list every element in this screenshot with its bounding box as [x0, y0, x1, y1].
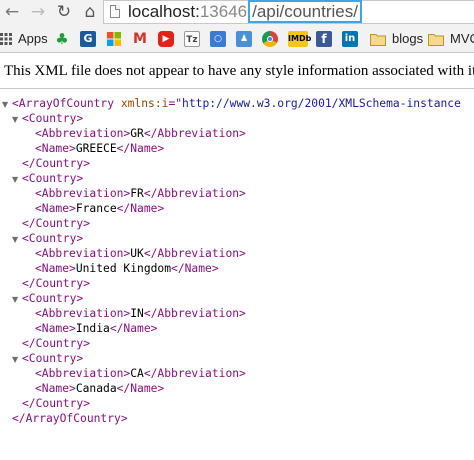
- shamrock-icon[interactable]: ♣: [54, 31, 70, 47]
- linkedin-icon[interactable]: in: [342, 31, 358, 47]
- address-bar[interactable]: localhost:13646/api/countries/: [103, 0, 474, 24]
- country-name-value: Canada: [75, 382, 117, 395]
- collapse-triangle-icon[interactable]: ▼: [12, 352, 22, 367]
- collapse-triangle-icon[interactable]: ▼: [12, 172, 22, 187]
- url-path-highlighted: /api/countries/: [248, 0, 362, 23]
- country-open-line: ▼ <Country>: [12, 352, 84, 367]
- zones-icon[interactable]: ○: [210, 31, 226, 47]
- xml-info-message: This XML file does not appear to have an…: [4, 63, 474, 79]
- reload-icon[interactable]: ↻: [54, 2, 74, 22]
- browser-toolbar: ← → ↻ ⌂ localhost:13646/api/countries/: [0, 0, 474, 26]
- country-close-line: </Country>: [22, 397, 91, 410]
- xml-root-close: </ArrayOfCountry>: [12, 412, 128, 425]
- forward-icon[interactable]: →: [28, 2, 48, 22]
- name-line: <Name>France</Name>: [35, 202, 165, 215]
- apps-grid-icon[interactable]: [0, 32, 12, 45]
- abbreviation-value: GR: [130, 127, 144, 140]
- people-icon[interactable]: ♟: [236, 31, 252, 47]
- page-icon: [110, 5, 120, 18]
- url-host: localhost:: [128, 2, 200, 21]
- bookmarks-bar: Apps ♣ G M ▶ Tz ○ ♟ IMDb f in blogs MVC: [0, 26, 474, 53]
- back-icon[interactable]: ←: [2, 2, 22, 22]
- youtube-icon[interactable]: ▶: [158, 31, 174, 47]
- g-icon[interactable]: G: [80, 31, 96, 47]
- abbreviation-value: UK: [130, 247, 144, 260]
- chrome-icon[interactable]: [262, 31, 278, 47]
- country-open-line: ▼ <Country>: [12, 232, 84, 247]
- collapse-triangle-icon[interactable]: ▼: [12, 292, 22, 307]
- folder-icon: [428, 33, 444, 51]
- country-name-value: United Kingdom: [75, 262, 172, 275]
- collapse-triangle-icon[interactable]: ▼: [12, 232, 22, 247]
- collapse-triangle-icon[interactable]: ▼: [2, 97, 12, 112]
- facebook-icon[interactable]: f: [316, 31, 332, 47]
- abbreviation-line: <Abbreviation>GR</Abbreviation>: [35, 127, 246, 140]
- country-close-line: </Country>: [22, 217, 91, 230]
- abbreviation-line: <Abbreviation>IN</Abbreviation>: [35, 307, 246, 320]
- abbreviation-value: IN: [130, 307, 144, 320]
- home-icon[interactable]: ⌂: [80, 2, 100, 22]
- divider: [0, 88, 474, 89]
- bookmark-mvc[interactable]: MVC: [450, 30, 474, 48]
- bookmark-apps[interactable]: Apps: [18, 30, 48, 48]
- abbreviation-line: <Abbreviation>UK</Abbreviation>: [35, 247, 246, 260]
- country-close-line: </Country>: [22, 337, 91, 350]
- bookmark-blogs[interactable]: blogs: [392, 30, 423, 48]
- name-line: <Name>GREECE</Name>: [35, 142, 165, 155]
- name-line: <Name>India</Name>: [35, 322, 158, 335]
- country-name-value: India: [75, 322, 110, 335]
- country-open-line: ▼ <Country>: [12, 292, 84, 307]
- country-name-value: France: [75, 202, 117, 215]
- country-close-line: </Country>: [22, 157, 91, 170]
- abbreviation-line: <Abbreviation>CA</Abbreviation>: [35, 367, 246, 380]
- country-open-line: ▼ <Country>: [12, 112, 84, 127]
- name-line: <Name>United Kingdom</Name>: [35, 262, 219, 275]
- url-port: 13646: [199, 2, 248, 21]
- windows-icon[interactable]: [106, 31, 122, 47]
- xml-root-open: ▼ <ArrayOfCountry xmlns:i="http://www.w3.…: [2, 97, 461, 112]
- country-open-line: ▼ <Country>: [12, 172, 84, 187]
- imdb-icon[interactable]: IMDb: [288, 31, 311, 47]
- country-close-line: </Country>: [22, 277, 91, 290]
- gmail-icon[interactable]: M: [132, 31, 148, 47]
- collapse-triangle-icon[interactable]: ▼: [12, 112, 22, 127]
- abbreviation-value: CA: [130, 367, 144, 380]
- abbreviation-value: FR: [130, 187, 144, 200]
- name-line: <Name>Canada</Name>: [35, 382, 165, 395]
- tz-icon[interactable]: Tz: [184, 31, 200, 47]
- abbreviation-line: <Abbreviation>FR</Abbreviation>: [35, 187, 246, 200]
- url-text[interactable]: localhost:13646/api/countries/: [128, 0, 362, 23]
- folder-icon: [370, 33, 386, 51]
- country-name-value: GREECE: [75, 142, 117, 155]
